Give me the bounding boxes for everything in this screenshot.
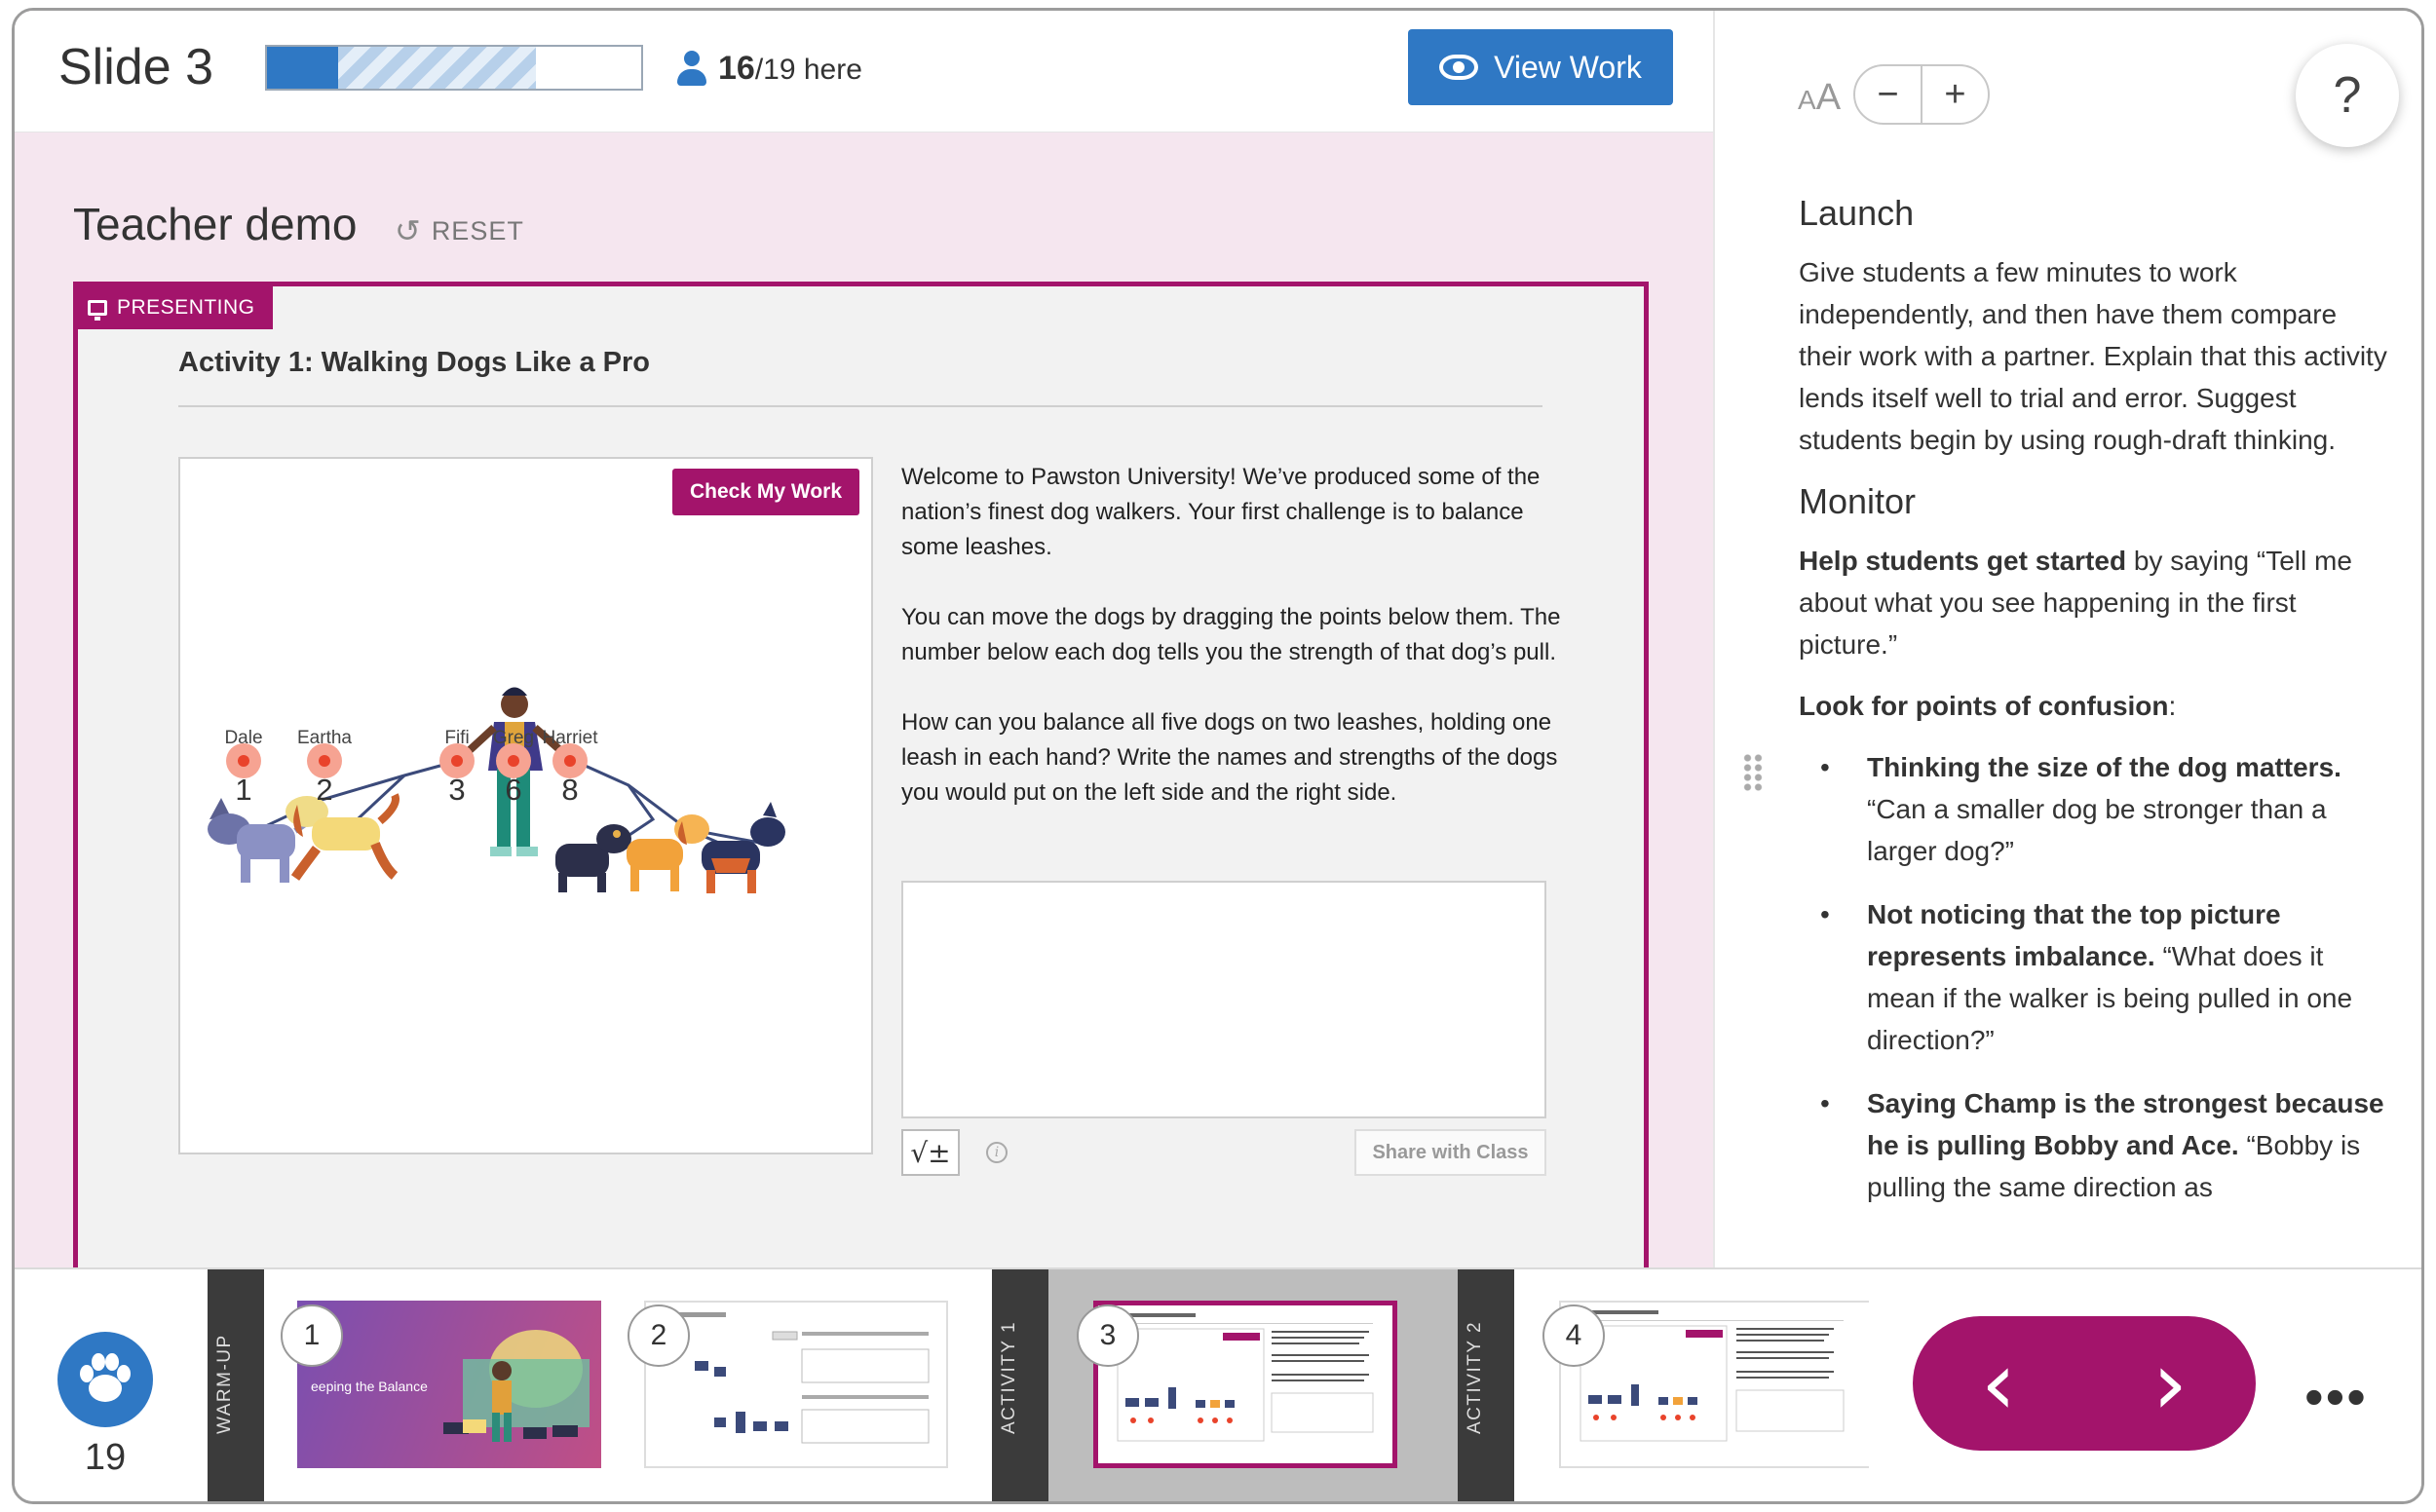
progress-in-progress xyxy=(337,47,537,89)
attendance-present: 16 xyxy=(718,50,755,87)
teacher-notes-panel: AA − + ? Launch Give students a few minu… xyxy=(1713,11,2421,1267)
slide-number-1: 1 xyxy=(281,1304,343,1367)
attendance: 16/19 here xyxy=(677,50,862,88)
font-size-stepper: − + xyxy=(1853,64,1990,125)
slide-thumbnail-4[interactable] xyxy=(1559,1301,1869,1468)
slide-3-preview xyxy=(1117,1313,1374,1442)
instruction-paragraph: You can move the dogs by dragging the po… xyxy=(901,604,1561,665)
reset-icon: ↺ xyxy=(395,213,422,248)
confusion-list: Thinking the size of the dog matters. “C… xyxy=(1799,746,2393,1208)
increase-font-button[interactable]: + xyxy=(1921,66,1988,123)
dog-greg xyxy=(627,814,709,891)
decrease-font-button[interactable]: − xyxy=(1855,66,1921,123)
drag-handle-icon[interactable] xyxy=(1742,753,1764,792)
reset-button[interactable]: ↺ RESET xyxy=(395,212,524,249)
section-tab-activity-1[interactable]: ACTIVITY 1 xyxy=(992,1269,1048,1501)
confusion-heading: Look for points of confusion: xyxy=(1799,691,2177,721)
paw-icon xyxy=(80,1353,131,1402)
student-count: 19 xyxy=(84,1437,127,1478)
slide-number-2: 2 xyxy=(628,1304,690,1367)
previous-slide-button[interactable]: ‹ xyxy=(1913,1316,2084,1451)
launch-text: Give students a few minutes to work inde… xyxy=(1799,257,2387,455)
slide-thumbnail-1[interactable]: eeping the Balance xyxy=(297,1301,601,1468)
presentation-area: Slide 3 16/19 here View Work Teacher dem… xyxy=(15,11,1713,1295)
progress-bar xyxy=(265,45,643,91)
section-tab-activity-2[interactable]: ACTIVITY 2 xyxy=(1458,1269,1514,1501)
list-item: Not noticing that the top picture repres… xyxy=(1799,893,2393,1061)
slide-1-illustration xyxy=(443,1330,590,1442)
info-icon[interactable]: i xyxy=(986,1142,1008,1163)
view-work-label: View Work xyxy=(1494,49,1642,85)
app-frame: Slide 3 16/19 here View Work Teacher dem… xyxy=(12,8,2424,1504)
dog-fifi xyxy=(555,824,631,892)
slide-number-4: 4 xyxy=(1542,1304,1605,1367)
share-with-class-button[interactable]: Share with Class xyxy=(1354,1129,1546,1176)
instruction-paragraph: Welcome to Pawston University! We’ve pro… xyxy=(901,464,1541,560)
answer-input[interactable] xyxy=(901,881,1546,1118)
eye-icon xyxy=(1439,55,1479,80)
slide-thumbnail-3[interactable] xyxy=(1093,1301,1397,1468)
person-icon xyxy=(677,50,706,88)
font-size-icon: AA xyxy=(1798,77,1842,118)
students-button[interactable] xyxy=(57,1332,153,1427)
attendance-total: /19 here xyxy=(754,54,862,86)
check-my-work-button[interactable]: Check My Work xyxy=(672,469,859,515)
dog-harriet xyxy=(702,802,785,893)
slide-4-preview xyxy=(1580,1310,1845,1442)
presenting-label: PRESENTING xyxy=(117,296,255,319)
presenting-badge: PRESENTING xyxy=(78,286,273,329)
presenting-slide: PRESENTING Activity 1: Walking Dogs Like… xyxy=(73,282,1649,1295)
slide-number-3: 3 xyxy=(1077,1304,1139,1367)
list-item: Thinking the size of the dog matters. “C… xyxy=(1799,746,2393,872)
slide-filmstrip: 19 WARM-UP ACTIVITY 1 ACTIVITY 2 eeping … xyxy=(15,1267,2421,1501)
reset-label: RESET xyxy=(431,215,524,246)
page-title: Teacher demo xyxy=(73,199,358,249)
math-keyboard-button[interactable]: √± xyxy=(901,1129,960,1176)
dog-simulation: Check My Work Dale 1 Eartha 2 Fifi 3 Greg 6 Harr… xyxy=(178,457,873,1154)
slide-navigation: ‹ › xyxy=(1913,1316,2256,1451)
list-item: Saying Champ is the strongest because he… xyxy=(1799,1082,2393,1208)
slide-thumbnail-2[interactable] xyxy=(644,1301,948,1468)
activity-instructions: Welcome to Pawston University! We’ve pro… xyxy=(901,460,1564,846)
activity-title: Activity 1: Walking Dogs Like a Pro xyxy=(178,347,650,378)
divider xyxy=(178,405,1542,407)
notes-content: Launch Give students a few minutes to wo… xyxy=(1799,192,2393,1229)
top-bar: Slide 3 16/19 here View Work xyxy=(15,11,1713,132)
section-tab-warm-up[interactable]: WARM-UP xyxy=(208,1269,264,1501)
launch-heading: Launch xyxy=(1799,193,1915,233)
dog-eartha xyxy=(285,793,400,881)
more-options-icon[interactable]: ••• xyxy=(2304,1365,2368,1428)
instruction-paragraph: How can you balance all five dogs on two… xyxy=(901,709,1558,806)
slide-title: Slide 3 xyxy=(58,39,213,95)
slide-2-preview xyxy=(667,1312,930,1444)
monitor-tip: Help students get started by saying “Tel… xyxy=(1799,546,2352,660)
next-slide-button[interactable]: › xyxy=(2084,1316,2256,1451)
view-work-button[interactable]: View Work xyxy=(1408,29,1673,105)
progress-complete xyxy=(267,47,338,89)
monitor-icon xyxy=(88,300,107,321)
help-button[interactable]: ? xyxy=(2296,44,2399,147)
monitor-heading: Monitor xyxy=(1799,481,1917,521)
dog-walker-illustration xyxy=(208,687,785,893)
walker-figure xyxy=(455,687,573,856)
